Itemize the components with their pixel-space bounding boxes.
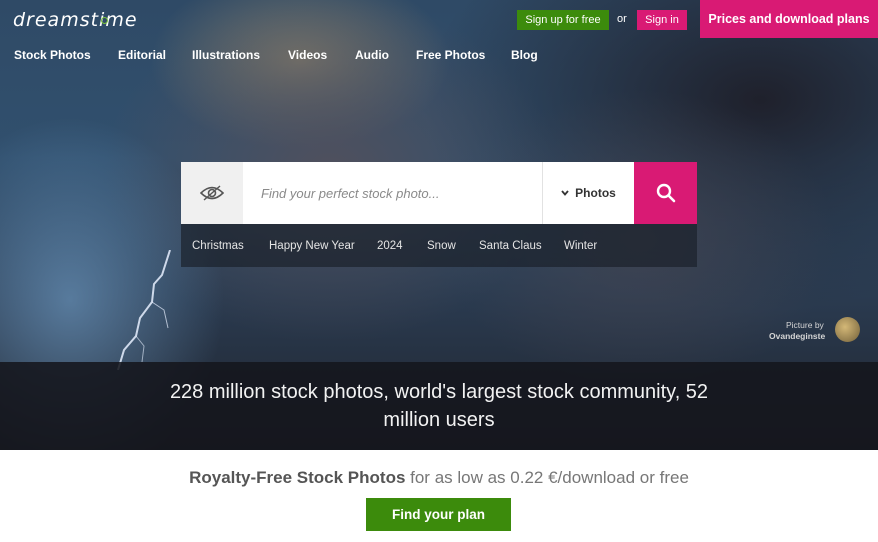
pricing-tagline: Royalty-Free Stock Photos for as low as … [0,468,878,488]
signin-button[interactable]: Sign in [637,10,687,30]
stats-banner: 228 million stock photos, world's larges… [0,362,878,450]
pricing-tagline-rest: for as low as 0.22 €/download or free [405,468,689,487]
tag-link[interactable]: 2024 [377,240,403,252]
search-input[interactable] [243,162,542,224]
photo-credit-label: Picture by [786,320,824,330]
eye-icon [200,185,224,201]
popular-tags: Christmas Happy New Year 2024 Snow Santa… [181,224,697,267]
search-type-select[interactable]: Photos [542,162,634,224]
signup-button[interactable]: Sign up for free [517,10,609,30]
search-box: Photos [181,162,697,224]
stats-text: 228 million stock photos, world's larges… [169,381,709,431]
nav-item-audio[interactable]: Audio [355,48,389,62]
tag-link[interactable]: Happy New Year [269,240,355,252]
or-text: or [617,13,627,25]
nav-item-illustrations[interactable]: Illustrations [192,48,260,62]
visual-search-button[interactable] [181,162,243,224]
logo-text: dreamstime [13,9,138,31]
tag-link[interactable]: Christmas [192,240,244,252]
tag-link[interactable]: Winter [564,240,597,252]
photo-credit-name[interactable]: Ovandeginste [769,331,825,341]
tag-link[interactable]: Santa Claus [479,240,542,252]
find-plan-button[interactable]: Find your plan [366,498,511,531]
lightning-graphic [117,250,171,370]
search-icon [656,183,675,203]
photographer-avatar[interactable] [835,317,860,342]
search-type-label: Photos [575,186,616,200]
nav-item-videos[interactable]: Videos [288,48,327,62]
nav-item-stock-photos[interactable]: Stock Photos [14,48,91,62]
prices-button[interactable]: Prices and download plans [700,0,878,38]
chevron-down-icon [561,190,569,196]
logo[interactable]: dreamstime [13,9,138,31]
logo-dot-icon [101,17,108,24]
nav-item-editorial[interactable]: Editorial [118,48,166,62]
pricing-tagline-bold: Royalty-Free Stock Photos [189,468,406,487]
tag-link[interactable]: Snow [427,240,456,252]
nav-item-free-photos[interactable]: Free Photos [416,48,485,62]
nav-item-blog[interactable]: Blog [511,48,538,62]
search-button[interactable] [634,162,697,224]
